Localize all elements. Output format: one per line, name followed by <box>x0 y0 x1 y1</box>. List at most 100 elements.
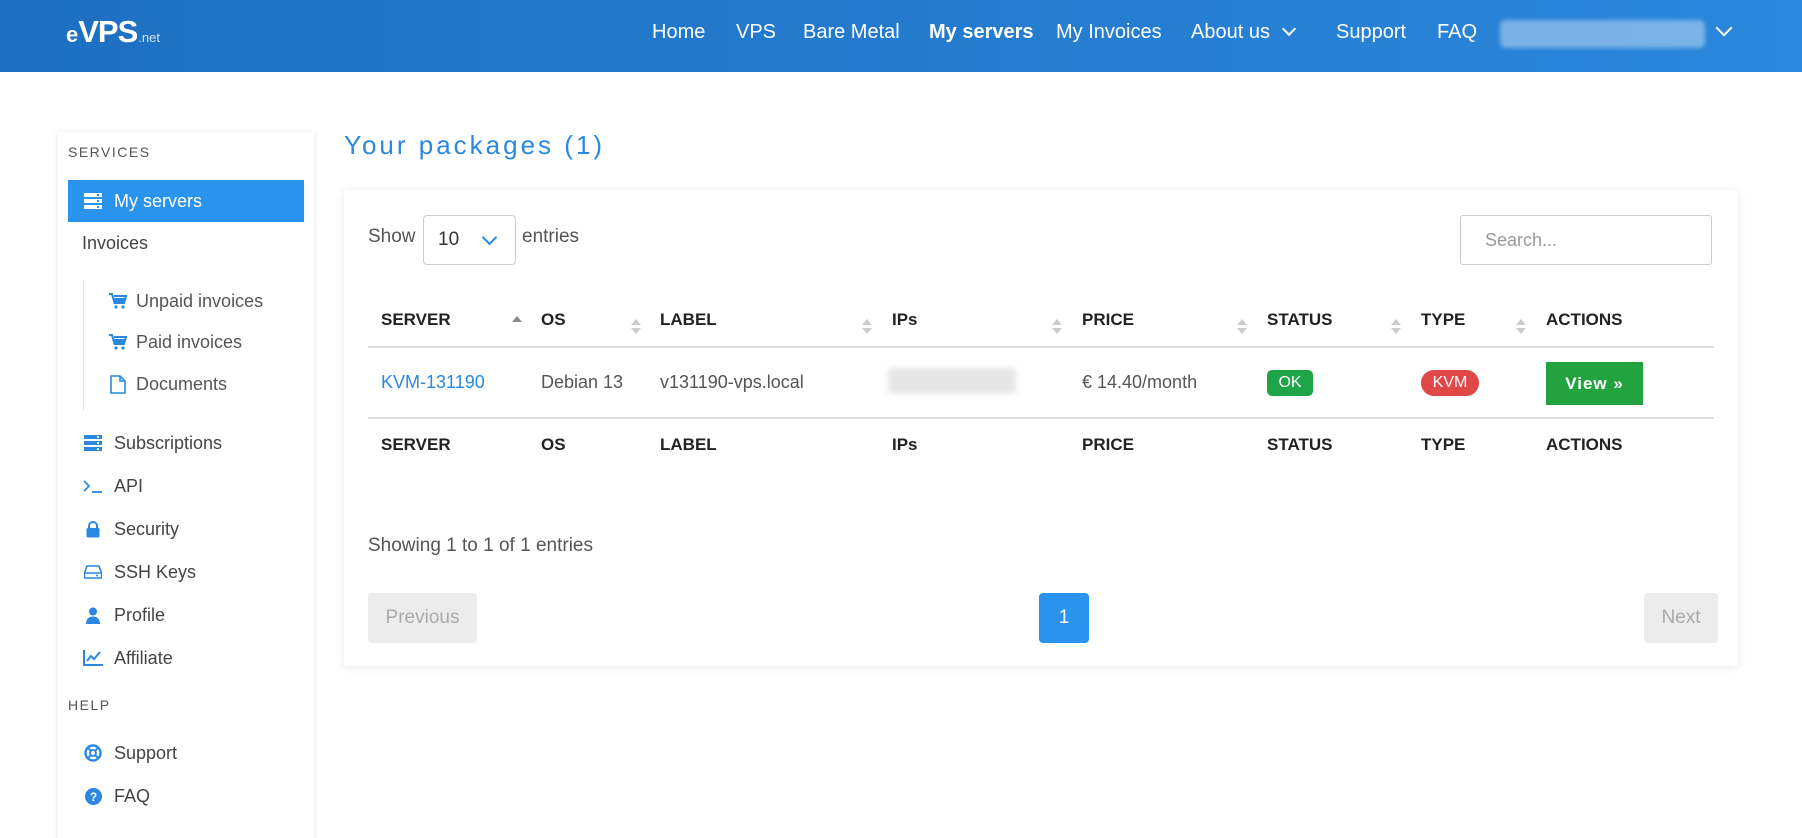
sidebar-item-affiliate[interactable]: Affiliate <box>68 637 304 679</box>
sidebar-item-label: Affiliate <box>114 647 173 668</box>
sidebar-item-subscriptions[interactable]: Subscriptions <box>68 422 304 464</box>
sidebar-item-paid-invoices[interactable]: Paid invoices <box>108 324 242 360</box>
chevron-down-icon <box>1281 21 1297 37</box>
sidebar-item-label: SSH Keys <box>114 561 197 582</box>
sidebar-item-profile[interactable]: Profile <box>68 594 304 636</box>
nav-faq[interactable]: FAQ <box>1437 0 1477 64</box>
evps-logo[interactable]: eVPS.net <box>66 14 160 50</box>
entries-per-page-select[interactable]: 10 <box>423 215 516 265</box>
server-link[interactable]: KVM-131190 <box>381 372 485 393</box>
table-header-divider <box>368 346 1714 348</box>
sidebar-item-support[interactable]: Support <box>68 732 304 774</box>
column-header-price[interactable]: PRICE <box>1082 310 1134 330</box>
ip-cell-redacted <box>888 368 1016 394</box>
sidebar-item-invoices[interactable]: Invoices <box>68 222 304 264</box>
footer-header-status: STATUS <box>1267 435 1333 454</box>
hard-drive-icon <box>82 565 104 579</box>
subscriptions-icon <box>82 435 104 451</box>
footer-header-actions: ACTIONS <box>1546 435 1623 454</box>
account-chevron-down-icon[interactable] <box>1715 19 1733 37</box>
column-header-status[interactable]: STATUS <box>1267 310 1332 330</box>
packages-table-card: Show 10 entries SERVER OS LABEL IPs PRIC… <box>344 190 1738 666</box>
svg-text:?: ? <box>89 790 96 804</box>
sort-icon[interactable] <box>1237 319 1247 335</box>
entries-label: entries <box>522 226 580 247</box>
sidebar-item-label: Unpaid invoices <box>136 290 264 311</box>
sort-icon[interactable] <box>1516 319 1526 335</box>
question-circle-icon: ? <box>82 787 104 805</box>
nav-my-servers[interactable]: My servers <box>929 0 1034 64</box>
footer-header-type: TYPE <box>1421 435 1466 454</box>
lock-icon <box>82 520 104 538</box>
previous-page-button[interactable]: Previous <box>368 593 477 643</box>
price-cell: € 14.40/month <box>1082 372 1198 392</box>
sidebar-item-documents[interactable]: Documents <box>108 366 227 402</box>
footer-header-price: PRICE <box>1082 435 1134 454</box>
nav-support[interactable]: Support <box>1336 0 1406 64</box>
column-header-ips[interactable]: IPs <box>892 310 918 330</box>
sort-ascending-icon[interactable] <box>512 316 522 332</box>
table-footer-divider <box>368 417 1714 419</box>
nav-about-us-label: About us <box>1191 20 1270 43</box>
sidebar-item-api[interactable]: API <box>68 465 304 507</box>
view-button[interactable]: View » <box>1546 362 1643 405</box>
sidebar-item-unpaid-invoices[interactable]: Unpaid invoices <box>108 283 263 319</box>
type-badge: KVM <box>1421 370 1479 396</box>
sidebar: SERVICES My servers Invoices Unpaid invo… <box>58 132 314 838</box>
page-title: Your packages (1) <box>344 130 606 160</box>
sidebar-section-help: HELP <box>68 697 111 713</box>
line-chart-icon <box>82 650 104 666</box>
top-navbar: eVPS.net Home VPS Bare Metal My servers … <box>0 0 1802 72</box>
footer-header-server: SERVER <box>381 435 451 454</box>
terminal-icon <box>82 479 104 493</box>
next-page-button[interactable]: Next <box>1644 593 1718 643</box>
sort-icon[interactable] <box>631 319 641 335</box>
showing-entries-info: Showing 1 to 1 of 1 entries <box>368 535 593 556</box>
sidebar-item-label: Subscriptions <box>114 432 223 453</box>
life-ring-icon <box>82 744 104 762</box>
sidebar-item-label: Paid invoices <box>136 331 243 352</box>
sidebar-item-label: API <box>114 475 144 496</box>
nav-about-us[interactable]: About us <box>1191 0 1297 64</box>
sidebar-item-label: Profile <box>114 604 166 625</box>
os-cell: Debian 13 <box>541 372 624 392</box>
sidebar-item-label: FAQ <box>114 785 151 806</box>
column-header-server[interactable]: SERVER <box>381 310 451 330</box>
status-badge: OK <box>1267 370 1313 396</box>
footer-header-ips: IPs <box>892 435 918 454</box>
column-header-actions: ACTIONS <box>1546 310 1623 329</box>
nav-bare-metal[interactable]: Bare Metal <box>803 0 900 64</box>
sidebar-item-label: Support <box>114 742 178 763</box>
cart-icon <box>108 334 128 350</box>
nav-my-invoices[interactable]: My Invoices <box>1056 0 1162 64</box>
page-1-button[interactable]: 1 <box>1039 593 1089 643</box>
logo-part-vps: VPS <box>78 14 138 49</box>
sidebar-item-label: Security <box>114 518 180 539</box>
sidebar-item-ssh-keys[interactable]: SSH Keys <box>68 551 304 593</box>
sidebar-item-label: Documents <box>136 373 228 394</box>
server-icon <box>82 193 104 209</box>
sidebar-section-services: SERVICES <box>68 144 151 160</box>
show-label: Show <box>368 226 416 247</box>
label-cell: v131190-vps.local <box>660 372 804 392</box>
account-menu-redacted[interactable] <box>1500 20 1705 48</box>
column-header-type[interactable]: TYPE <box>1421 310 1465 330</box>
sort-icon[interactable] <box>862 319 872 335</box>
chevron-down-icon <box>481 229 498 246</box>
user-icon <box>82 607 104 624</box>
column-header-os[interactable]: OS <box>541 310 566 330</box>
column-header-label[interactable]: LABEL <box>660 310 717 330</box>
sort-icon[interactable] <box>1391 319 1401 335</box>
sidebar-item-faq[interactable]: ? FAQ <box>68 775 304 817</box>
sidebar-item-my-servers[interactable]: My servers <box>68 180 304 222</box>
logo-part-e: e <box>66 22 79 47</box>
entries-per-page-value: 10 <box>438 229 460 250</box>
search-input[interactable] <box>1460 215 1712 265</box>
document-icon <box>108 374 128 394</box>
nav-home[interactable]: Home <box>652 0 705 64</box>
sidebar-item-security[interactable]: Security <box>68 508 304 550</box>
nav-vps[interactable]: VPS <box>736 0 776 64</box>
footer-header-label: LABEL <box>660 435 717 454</box>
sort-icon[interactable] <box>1052 319 1062 335</box>
submenu-divider <box>83 280 84 410</box>
